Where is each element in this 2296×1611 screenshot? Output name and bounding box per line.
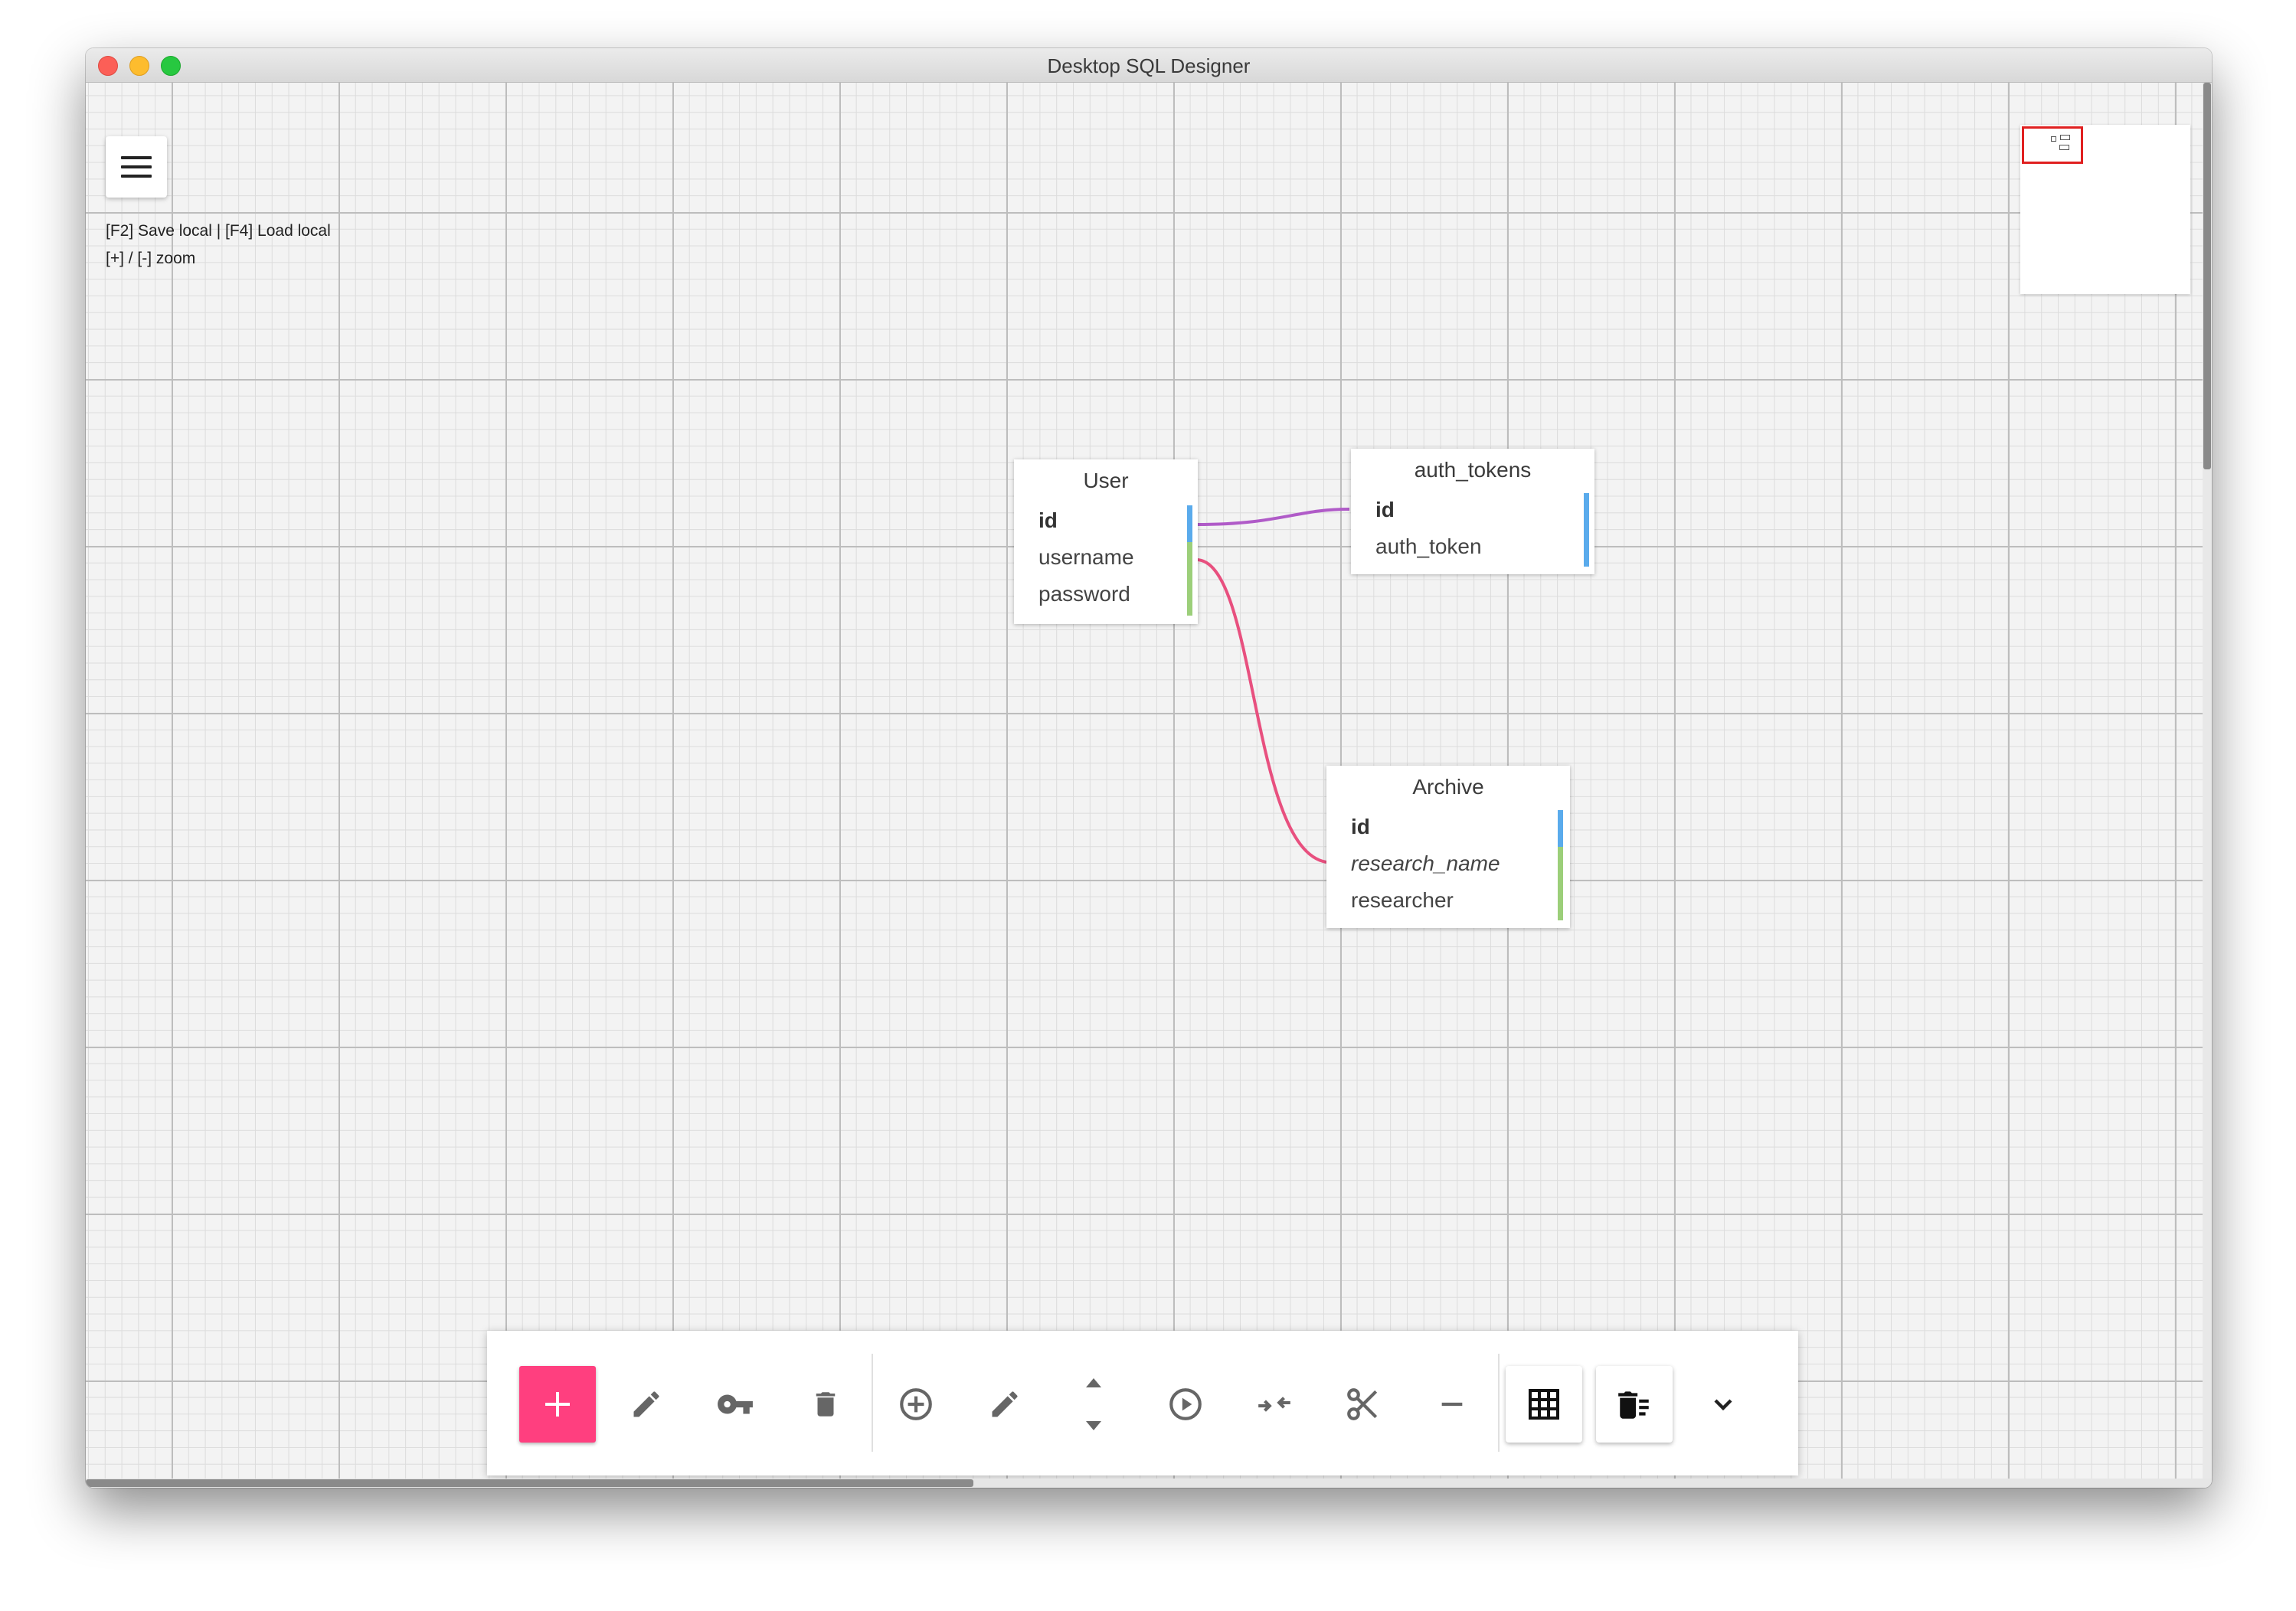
primary-key-marker (1558, 810, 1563, 847)
column-auth-token[interactable]: auth_token (1375, 534, 1482, 559)
bottom-toolbar (487, 1331, 1798, 1475)
vertical-scrollbar[interactable] (2203, 83, 2212, 1481)
relation-user-archive (1195, 558, 1327, 864)
cut-button[interactable] (1325, 1366, 1401, 1443)
clear-all-icon (1618, 1391, 1649, 1419)
relation-lines (1195, 508, 1350, 864)
delete-table-button[interactable] (787, 1366, 864, 1443)
edit-table-icon (633, 1391, 659, 1417)
cut-icon (1347, 1388, 1378, 1420)
table-title: User (1083, 469, 1129, 492)
toolbar-separator (872, 1354, 873, 1452)
table-title: Archive (1412, 775, 1484, 799)
move-column-icon (1086, 1378, 1101, 1430)
edit-table-button[interactable] (608, 1366, 685, 1443)
primary-key-marker (1187, 505, 1192, 542)
column-username[interactable]: username (1038, 545, 1134, 570)
run-button[interactable] (1147, 1366, 1224, 1443)
relation-user-auth-tokens (1195, 508, 1350, 526)
merge-button[interactable] (1236, 1366, 1313, 1443)
toolbar-separator (1498, 1354, 1500, 1452)
column-researcher[interactable]: researcher (1351, 888, 1454, 913)
chevron-down-icon (1714, 1399, 1732, 1411)
table-archive[interactable]: Archive id research_name researcher (1326, 766, 1570, 928)
maximize-window-button[interactable] (161, 56, 181, 76)
primary-key-button[interactable] (697, 1366, 774, 1443)
add-table-icon (545, 1392, 570, 1417)
horizontal-scrollbar[interactable] (86, 1479, 2212, 1488)
column-password[interactable]: password (1038, 582, 1130, 606)
table-auth-tokens[interactable]: auth_tokens id auth_token (1351, 449, 1594, 574)
close-window-button[interactable] (98, 56, 118, 76)
hamburger-icon (121, 156, 152, 159)
minimap[interactable] (2020, 125, 2190, 294)
add-table-button[interactable] (519, 1366, 596, 1443)
main-menu-button[interactable] (106, 136, 167, 198)
vertical-scroll-thumb[interactable] (2203, 83, 2211, 469)
hamburger-icon-line (121, 175, 152, 178)
delete-table-icon (816, 1392, 836, 1417)
shortcut-hint-save-load: [F2] Save local | [F4] Load local (106, 222, 331, 240)
design-canvas[interactable]: [F2] Save local | [F4] Load local [+] / … (86, 83, 2203, 1481)
remove-icon (1441, 1402, 1463, 1407)
more-options-button[interactable] (1685, 1366, 1761, 1443)
field-marker (1187, 542, 1192, 616)
add-column-button[interactable] (878, 1366, 954, 1443)
title-bar: Desktop SQL Designer (86, 48, 2212, 83)
minimap-table (2059, 145, 2069, 150)
key-icon (718, 1394, 753, 1414)
play-icon (1169, 1388, 1202, 1420)
hamburger-icon-line (121, 165, 152, 168)
column-id[interactable]: id (1038, 508, 1058, 533)
column-id[interactable]: id (1351, 815, 1370, 839)
edit-column-button[interactable] (966, 1366, 1043, 1443)
remove-column-button[interactable] (1414, 1366, 1490, 1443)
minimap-table (2051, 136, 2056, 142)
edit-column-icon (992, 1391, 1018, 1417)
toggle-grid-button[interactable] (1506, 1366, 1582, 1443)
column-id[interactable]: id (1375, 498, 1395, 522)
column-research-name[interactable]: research_name (1351, 851, 1500, 876)
shortcut-hint-zoom: [+] / [-] zoom (106, 250, 196, 267)
minimap-viewport[interactable] (2022, 126, 2083, 164)
merge-icon (1258, 1397, 1290, 1412)
window-title: Desktop SQL Designer (1047, 54, 1251, 77)
field-marker (1558, 847, 1563, 920)
move-column-button[interactable] (1055, 1366, 1132, 1443)
clear-all-button[interactable] (1596, 1366, 1673, 1443)
minimap-table (2060, 135, 2070, 140)
grid-icon (1529, 1389, 1559, 1420)
table-title: auth_tokens (1414, 458, 1532, 482)
add-column-icon (900, 1388, 932, 1420)
horizontal-scroll-thumb[interactable] (86, 1479, 973, 1487)
primary-key-marker (1584, 493, 1589, 567)
minimize-window-button[interactable] (129, 56, 149, 76)
table-user[interactable]: User id username password (1014, 459, 1198, 624)
app-window: Desktop SQL Designer [F2] Save local | [… (86, 48, 2212, 1488)
